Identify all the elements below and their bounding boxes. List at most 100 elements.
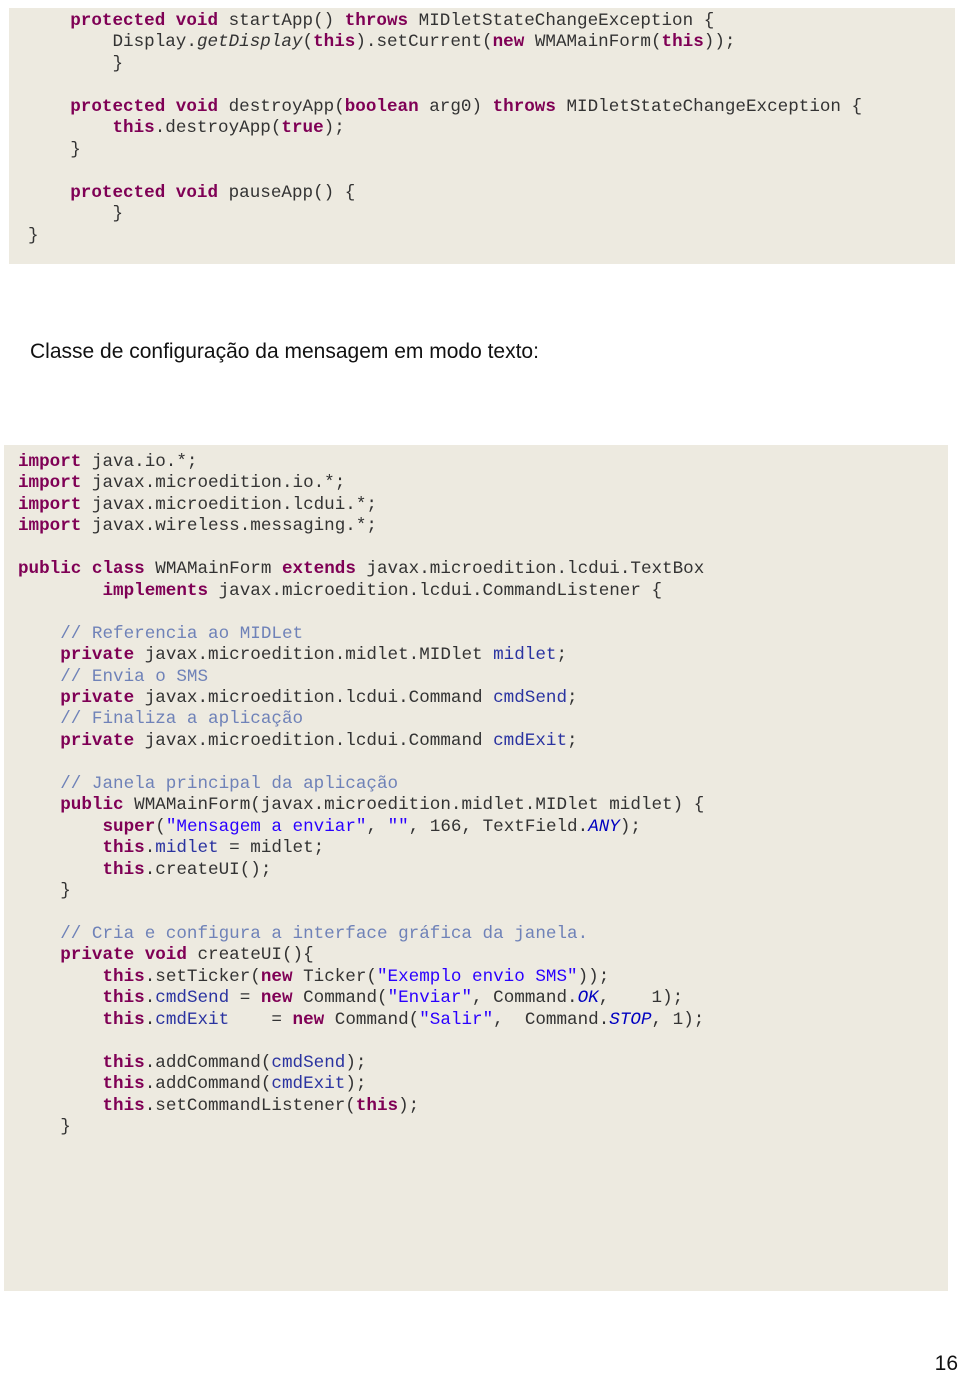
code-token: } [28, 225, 39, 246]
code-token: arg0) [429, 96, 493, 117]
code-token: ); [398, 1095, 420, 1116]
code-token: public [18, 795, 135, 816]
code-token: javax.microedition.midlet.MIDlet [144, 645, 494, 666]
code-line: implements javax.microedition.lcdui.Comm… [18, 581, 662, 603]
code-token: ); [619, 816, 641, 837]
code-token: } [28, 139, 81, 160]
code-token: "Enviar" [387, 988, 473, 1009]
code-token: , 166, TextField. [408, 816, 589, 837]
code-token: private [18, 730, 145, 751]
code-token: ); [345, 1074, 367, 1095]
code-block-wmamainform: import java.io.*; import javax.microediti… [4, 445, 948, 1291]
code-line: // Referencia ao MIDLet [18, 624, 303, 646]
code-token: new [492, 32, 535, 53]
code-line: protected void pauseApp() { [28, 183, 355, 205]
code-token: "Exemplo envio SMS" [376, 966, 578, 987]
code-token: "Salir" [419, 1009, 494, 1030]
code-line: } [28, 204, 123, 226]
code-line: this.midlet = midlet; [18, 838, 324, 860]
code-line: } [28, 140, 81, 162]
code-token: // Janela principal da aplicação [18, 773, 399, 794]
code-line: } [28, 54, 123, 76]
code-token: import [18, 516, 92, 537]
code-token: midlet [493, 645, 557, 666]
code-line: } [18, 1117, 71, 1139]
code-line: public class WMAMainForm extends javax.m… [18, 559, 704, 581]
code-token: this [18, 966, 145, 987]
code-token: throws [492, 96, 567, 117]
code-token: cmdExit [493, 730, 568, 751]
code-line: protected void destroyApp(boolean arg0) … [28, 97, 862, 119]
code-line: this.destroyApp(true); [28, 118, 344, 140]
code-token: ); [345, 1052, 367, 1073]
code-token: ; [556, 645, 568, 666]
code-line: } [28, 226, 39, 248]
code-token: midlet [155, 838, 219, 859]
code-line: this.addCommand(cmdSend); [18, 1053, 366, 1075]
code-token: )); [703, 32, 736, 53]
code-token: new [292, 1009, 335, 1030]
code-token: cmdSend [271, 1052, 346, 1073]
code-token: this [355, 1095, 399, 1116]
code-token: "Mensagem a enviar" [165, 816, 367, 837]
code-token: . [144, 988, 156, 1009]
code-token: , Command. [472, 988, 578, 1009]
code-token: import [18, 494, 92, 515]
code-token: public class [18, 559, 156, 580]
code-token: .setTicker( [144, 966, 261, 987]
code-token: ANY [588, 816, 620, 837]
code-token: javax.microedition.io.*; [91, 473, 346, 494]
code-token: // Finaliza a aplicação [18, 709, 304, 730]
code-token: = [229, 1009, 293, 1030]
code-token: ; [567, 730, 578, 751]
code-token: createUI(){ [197, 945, 314, 966]
code-token: javax.microedition.lcdui.TextBox [366, 559, 705, 580]
code-token: "" [387, 816, 409, 837]
code-token: javax.microedition.lcdui.Command [144, 687, 494, 708]
page-number: 16 [934, 1352, 958, 1375]
code-token: Ticker( [303, 966, 377, 987]
code-token: private [18, 687, 145, 708]
code-token: } [28, 53, 124, 74]
code-line: this.createUI(); [18, 860, 271, 882]
code-token: ( [155, 816, 166, 837]
code-line: this.cmdSend = new Command("Enviar", Com… [18, 988, 683, 1010]
code-token: OK [577, 988, 599, 1009]
code-token: this [18, 859, 145, 880]
code-token: .destroyApp( [154, 118, 282, 139]
code-token: , 1); [598, 988, 684, 1009]
code-token: )); [577, 966, 610, 987]
code-token: this [661, 32, 704, 53]
code-token: } [18, 881, 71, 901]
code-token: extends [281, 559, 367, 580]
code-token: protected void [28, 96, 229, 117]
code-token: import [18, 473, 92, 494]
code-token: new [260, 988, 304, 1009]
code-token: cmdExit [155, 1009, 230, 1030]
code-token: .setCommandListener( [144, 1095, 356, 1116]
code-token: import [18, 452, 92, 472]
code-token: = midlet; [218, 838, 325, 859]
code-line: private javax.microedition.midlet.MIDlet… [18, 645, 567, 667]
code-token: private void [18, 945, 198, 966]
code-token: protected void [28, 182, 229, 203]
code-token: this [18, 838, 145, 859]
code-line: private javax.microedition.lcdui.Command… [18, 687, 578, 710]
code-line: this.setTicker(new Ticker("Exemplo envio… [18, 967, 609, 989]
code-token: MIDletStateChangeException { [566, 96, 863, 117]
code-token: startApp() [228, 11, 345, 31]
code-line: super("Mensagem a enviar", "", 166, Text… [18, 817, 641, 839]
code-token: , 1); [651, 1009, 705, 1030]
code-token: javax.wireless.messaging.*; [91, 516, 377, 537]
code-token: // Envia o SMS [18, 666, 209, 687]
code-token: MIDletStateChangeException { [418, 11, 715, 31]
code-line: // Cria e configura a interface gráfica … [18, 924, 588, 946]
code-token: STOP [609, 1009, 652, 1030]
code-token: destroyApp( [228, 96, 345, 117]
code-token: ( [302, 32, 314, 53]
code-line: protected void startApp() throws MIDletS… [28, 11, 714, 33]
code-token: protected void [28, 11, 229, 31]
code-token: ; [567, 687, 578, 708]
code-line: this.cmdExit = new Command("Salir", Comm… [18, 1010, 704, 1032]
code-line: // Envia o SMS [18, 667, 208, 689]
